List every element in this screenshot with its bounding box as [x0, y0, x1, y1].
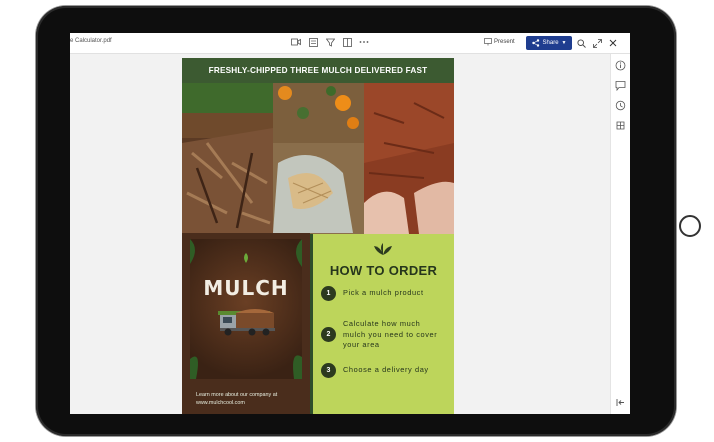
panel-icon[interactable] [341, 36, 353, 48]
app-screen: e Calculator.pdf Present Share ▼ FRESHLY… [70, 33, 630, 414]
more-icon[interactable] [358, 36, 370, 48]
share-button[interactable]: Share ▼ [526, 36, 572, 50]
page-icon[interactable] [307, 36, 319, 48]
truck-icon [218, 309, 275, 336]
flyer-banner: FRESHLY-CHIPPED THREE MULCH DELIVERED FA… [182, 58, 454, 83]
mulch-photo-2 [273, 83, 364, 234]
filter-icon[interactable] [324, 36, 336, 48]
document-title: e Calculator.pdf [70, 38, 112, 44]
comment-icon[interactable] [615, 78, 626, 92]
step-text: Choose a delivery day [343, 365, 429, 375]
search-icon[interactable] [575, 37, 587, 49]
window-controls [575, 37, 619, 49]
top-toolbar: e Calculator.pdf Present Share ▼ [70, 33, 630, 54]
expand-icon[interactable] [591, 37, 603, 49]
share-label: Share [542, 40, 559, 46]
addons-icon[interactable] [615, 118, 626, 130]
right-side-rail [610, 54, 630, 414]
present-icon [484, 38, 492, 46]
step-number-badge: 3 [321, 363, 336, 378]
mulch-photo-3 [364, 83, 454, 234]
home-button[interactable] [679, 215, 701, 237]
history-icon[interactable] [615, 98, 626, 111]
footer-text: Learn more about our company at www.mulc… [196, 391, 277, 407]
collapse-panel-icon[interactable] [615, 395, 626, 406]
how-to-order-panel: HOW TO ORDER 1 Pick a mulch product 2 Ca… [313, 234, 454, 414]
toolbar-icon-group [290, 36, 370, 48]
step-text: Pick a mulch product [343, 288, 424, 298]
leaf-icon [374, 243, 392, 255]
logo-artwork: MULCH [190, 239, 302, 379]
close-icon[interactable] [607, 37, 619, 49]
order-step: 2 Calculate how much mulch you need to c… [321, 319, 439, 351]
footer-line-2: www.mulchcool.com [196, 400, 245, 406]
document-canvas[interactable]: FRESHLY-CHIPPED THREE MULCH DELIVERED FA… [70, 54, 610, 414]
step-text: Calculate how much mulch you need to cov… [343, 319, 438, 349]
video-icon[interactable] [290, 36, 302, 48]
mulch-logo-panel: MULCH [182, 233, 310, 414]
mulch-photo-1 [182, 83, 273, 234]
flyer-page: FRESHLY-CHIPPED THREE MULCH DELIVERED FA… [182, 58, 454, 414]
info-icon[interactable] [615, 58, 626, 71]
step-number-badge: 2 [321, 327, 336, 343]
chevron-down-icon: ▼ [561, 40, 567, 46]
present-button[interactable]: Present [484, 38, 515, 46]
present-label: Present [494, 39, 515, 45]
how-to-order-title: HOW TO ORDER [329, 263, 438, 278]
footer-line-1: Learn more about our company at [196, 392, 278, 398]
step-number-badge: 1 [321, 286, 336, 301]
order-step: 1 Pick a mulch product [321, 286, 443, 301]
share-icon [531, 39, 539, 47]
order-step: 3 Choose a delivery day [321, 363, 453, 378]
